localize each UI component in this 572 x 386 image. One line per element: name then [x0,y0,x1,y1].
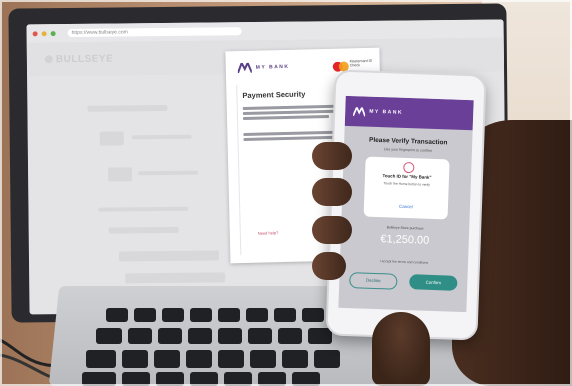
confirm-button[interactable]: Confirm [409,274,458,291]
decline-button[interactable]: Decline [349,272,398,290]
keyboard-key [308,328,332,344]
keyboard-key [154,350,180,368]
modal-text-line [242,114,330,120]
keyboard-key [190,308,212,322]
address-bar[interactable]: https://www.bullseye.com [67,27,242,37]
finger [312,142,352,170]
finger [312,178,352,206]
keyboard-key [218,350,244,368]
keyboard-key [188,328,212,344]
touch-id-cancel-button[interactable]: Cancel [364,203,448,211]
touch-id-title: Touch ID for "My Bank" [382,173,432,180]
fingerprint-icon [403,161,415,174]
modal-help-link[interactable]: Need help? [258,230,279,235]
keyboard-key [156,372,184,386]
app-bank-name: MY BANK [369,108,404,116]
modal-text-line [243,135,340,141]
keyboard-key [292,372,320,386]
keyboard-key [274,308,296,322]
keyboard-key [248,328,272,344]
keyboard-key [246,308,268,322]
keyboard-key [96,328,122,344]
keyboard-key [122,350,148,368]
keyboard-key [250,350,276,368]
keyboard-key [278,328,302,344]
keyboard-key [186,350,212,368]
keyboard-key [158,328,182,344]
keyboard-key [282,350,308,368]
keyboard-key [302,308,324,322]
finger [312,252,346,280]
touch-id-body: Touch the Home button to verify [383,181,431,187]
phone-screen: MY BANK Please Verify Transaction Use yo… [338,95,474,313]
hand-fingers [312,142,354,292]
amount-label: Bullseye Store purchase [386,225,424,231]
photo-scene: https://www.bullseye.com BULLSEYE MY BAN… [0,0,572,386]
touch-id-dialog: Touch ID for "My Bank" Touch the Home bu… [363,156,450,220]
keyboard-key [128,328,152,344]
keyboard-key [258,372,286,386]
modal-title: Payment Security [242,89,306,101]
modal-bank-logo: MY BANK [237,62,290,74]
close-window-icon[interactable] [32,30,38,36]
bank-logo-icon [353,106,366,117]
modal-text-line [242,109,343,115]
keyboard-key [86,350,116,368]
keyboard-key [134,308,156,322]
terms-note: I accept the terms and conditions [379,259,429,265]
bank-logo-icon [237,62,252,74]
keyboard-key [106,308,128,322]
minimize-window-icon[interactable] [41,30,47,36]
thumb [372,312,430,386]
verify-subtitle: Use your fingerprint to confirm [383,147,433,153]
modal-bank-name: MY BANK [255,63,290,71]
keyboard-key [190,372,218,386]
card-scheme-label: Mastercard ID Check [349,58,373,68]
keyboard-key [122,372,150,386]
keyboard-key [224,372,252,386]
keyboard-key [218,328,242,344]
keyboard-key [218,308,240,322]
transaction-amount: €1,250.00 [380,233,430,247]
maximize-window-icon[interactable] [50,30,56,36]
keyboard-key [314,350,340,368]
finger [312,216,352,244]
modal-divider [236,85,242,256]
keyboard-key [82,372,116,386]
keyboard-key [162,308,184,322]
app-header: MY BANK [344,95,474,131]
